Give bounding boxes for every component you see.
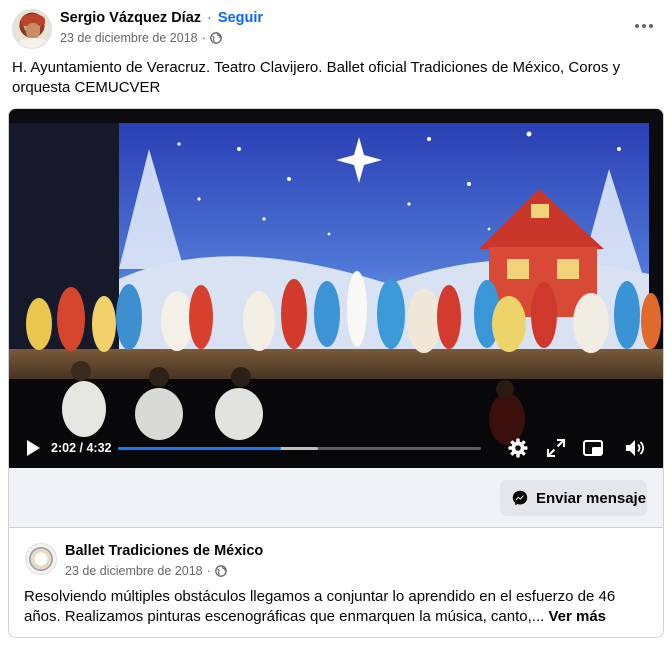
globe-icon[interactable] [214, 565, 227, 577]
follow-button[interactable]: Seguir [218, 10, 263, 26]
page-name[interactable]: Ballet Tradiciones de México [65, 543, 263, 559]
post-meta: 23 de diciembre de 2018 · [60, 31, 222, 45]
volume-icon[interactable] [624, 437, 646, 459]
video-time-separator: / [76, 441, 87, 455]
avatar-shirt-shape [19, 38, 47, 48]
post-date-separator: · [201, 31, 206, 45]
settings-icon[interactable] [507, 437, 529, 459]
page-post-date[interactable]: 23 de diciembre de 2018 [65, 564, 203, 578]
video-time: 2:02 / 4:32 [51, 441, 111, 455]
page-post-body: Resolviendo múltiples obstáculos llegamo… [24, 588, 616, 625]
avatar-face-shape [26, 23, 40, 39]
video-current-time: 2:02 [51, 441, 77, 455]
messenger-icon [512, 490, 528, 506]
see-more-link[interactable]: Ver más [548, 608, 606, 625]
globe-icon[interactable] [209, 32, 222, 44]
post-date[interactable]: 23 de diciembre de 2018 [60, 31, 198, 45]
author-name[interactable]: Sergio Vázquez Díaz [60, 10, 201, 26]
play-icon[interactable] [25, 439, 41, 457]
page-post-date-separator: · [206, 564, 211, 578]
shared-page-post: Ballet Tradiciones de México 23 de dicie… [9, 529, 663, 637]
video-duration: 4:32 [86, 441, 112, 455]
picture-in-picture-icon[interactable] [582, 437, 604, 459]
feed-post: Sergio Vázquez Díaz · Seguir 23 de dicie… [0, 0, 671, 648]
author-line: Sergio Vázquez Díaz · Seguir [60, 10, 263, 26]
page-avatar[interactable] [25, 543, 57, 575]
video-player[interactable]: 2:02 / 4:32 [9, 109, 663, 468]
more-dot [635, 24, 639, 28]
send-message-label: Enviar mensaje [536, 489, 647, 507]
author-separator: · [207, 10, 212, 26]
post-caption: H. Ayuntamiento de Veracruz. Teatro Clav… [12, 59, 621, 96]
more-dot [642, 24, 646, 28]
author-avatar[interactable] [12, 9, 52, 49]
page-post-text: Resolviendo múltiples obstáculos llegamo… [24, 587, 649, 627]
video-progress-bar[interactable] [118, 447, 481, 450]
video-frame [9, 109, 663, 468]
cta-bar: Enviar mensaje [9, 468, 663, 528]
more-dot [649, 24, 653, 28]
page-post-meta: 23 de diciembre de 2018 · [65, 564, 227, 578]
video-controls: 2:02 / 4:32 [9, 431, 663, 467]
send-message-button[interactable]: Enviar mensaje [500, 480, 647, 516]
shared-video-card: 2:02 / 4:32 Enviar mensaje Ballet Tradic… [8, 108, 664, 638]
more-options-icon[interactable] [628, 12, 660, 40]
fullscreen-icon[interactable] [545, 437, 567, 459]
video-played-fill [118, 447, 282, 450]
